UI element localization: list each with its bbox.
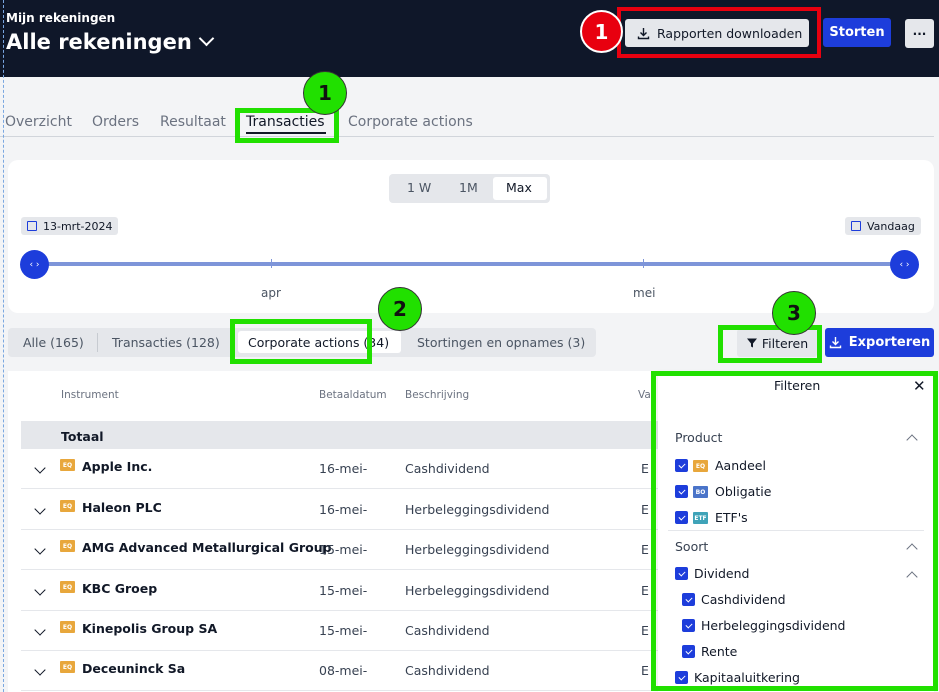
- annotation-highlight-corporate-actions: [230, 319, 372, 364]
- period-1m[interactable]: 1M: [459, 180, 478, 195]
- annotation-number-1-green: 1: [303, 71, 347, 115]
- more-options-button[interactable]: ···: [905, 19, 934, 48]
- filter-tab-alle[interactable]: Alle (165): [23, 335, 84, 350]
- equity-badge-icon: EQ: [60, 661, 75, 673]
- tab-resultaat[interactable]: Resultaat: [160, 114, 226, 130]
- row-description: Herbeleggingsdividend: [405, 542, 550, 557]
- row-date: 15-mei-: [319, 583, 368, 598]
- filter-tab-transacties[interactable]: Transacties (128): [112, 335, 220, 350]
- equity-badge-icon: EQ: [60, 581, 75, 593]
- table-row[interactable]: EQ AMG Advanced Metallurgical Group 15-m…: [21, 530, 658, 570]
- slider-tick-apr: [271, 259, 272, 268]
- row-instrument: Apple Inc.: [82, 459, 153, 474]
- start-date-label: 13-mrt-2024: [43, 219, 113, 233]
- table-row[interactable]: EQ KBC Groep 15-mei- Herbeleggingsdivide…: [21, 571, 658, 611]
- calendar-icon: [27, 221, 37, 231]
- tab-corporate-actions[interactable]: Corporate actions: [348, 114, 473, 130]
- column-header-instrument[interactable]: Instrument: [61, 389, 119, 401]
- slider-tick-mei: [643, 259, 644, 268]
- export-button-label: Exporteren: [848, 335, 931, 350]
- calendar-icon: [851, 221, 861, 231]
- slider-handle-end[interactable]: ‹ ›: [890, 250, 919, 279]
- row-date: 16-mei-: [319, 461, 368, 476]
- row-description: Herbeleggingsdividend: [405, 502, 550, 517]
- chevrons-horizontal-icon: ‹ ›: [29, 259, 40, 270]
- chevron-down-icon[interactable]: [34, 664, 46, 676]
- row-description: Cashdividend: [405, 663, 490, 678]
- month-label-apr: apr: [261, 286, 281, 300]
- equity-badge-icon: EQ: [60, 459, 75, 471]
- annotation-number-3-green: 3: [772, 291, 816, 335]
- chevron-down-icon[interactable]: [34, 584, 46, 596]
- download-icon: [829, 337, 841, 349]
- row-instrument: AMG Advanced Metallurgical Group: [82, 540, 332, 555]
- row-currency: E: [641, 542, 649, 557]
- row-instrument: Haleon PLC: [82, 500, 162, 515]
- chevron-down-icon[interactable]: [34, 624, 46, 636]
- column-header-valuta[interactable]: Va: [638, 389, 651, 401]
- start-date-chip[interactable]: 13-mrt-2024: [21, 217, 119, 235]
- row-date: 08-mei-: [319, 663, 368, 678]
- export-button[interactable]: Exporteren: [825, 328, 934, 357]
- row-currency: E: [641, 583, 649, 598]
- row-currency: E: [641, 663, 649, 678]
- period-1w[interactable]: 1 W: [407, 180, 431, 195]
- month-label-mei: mei: [633, 286, 656, 300]
- equity-badge-icon: EQ: [60, 500, 75, 512]
- chevron-down-icon[interactable]: [34, 462, 46, 474]
- row-currency: E: [641, 461, 649, 476]
- chevrons-horizontal-icon: ‹ ›: [899, 259, 910, 270]
- tab-orders[interactable]: Orders: [92, 114, 139, 130]
- row-instrument: Kinepolis Group SA: [82, 621, 218, 636]
- annotation-highlight-download: [617, 7, 821, 58]
- header-subtitle: Mijn rekeningen: [6, 11, 116, 25]
- page-title: Alle rekeningen: [6, 30, 192, 54]
- date-range-slider-track[interactable]: [34, 262, 905, 266]
- end-date-label: Vandaag: [867, 219, 915, 233]
- chevron-down-icon[interactable]: [34, 503, 46, 515]
- annotation-number-2-green: 2: [378, 287, 422, 331]
- row-date: 16-mei-: [319, 502, 368, 517]
- annotation-number-1-red: 1: [580, 10, 623, 53]
- slider-handle-start[interactable]: ‹ ›: [20, 250, 49, 279]
- page-edge-guide: [3, 0, 4, 692]
- row-description: Cashdividend: [405, 461, 490, 476]
- row-instrument: Deceuninck Sa: [82, 661, 186, 676]
- equity-badge-icon: EQ: [60, 540, 75, 552]
- deposit-button[interactable]: Storten: [823, 18, 891, 47]
- row-description: Herbeleggingsdividend: [405, 583, 550, 598]
- column-header-betaaldatum[interactable]: Betaaldatum: [319, 389, 387, 401]
- filter-tab-stortingen[interactable]: Stortingen en opnames (3): [417, 335, 585, 350]
- chevron-down-icon[interactable]: [34, 543, 46, 555]
- table-row[interactable]: EQ Haleon PLC 16-mei- Herbeleggingsdivid…: [21, 490, 658, 530]
- table-total-row: [21, 421, 658, 449]
- annotation-highlight-filter-panel: [651, 371, 938, 691]
- row-description: Cashdividend: [405, 623, 490, 638]
- table-total-label: Totaal: [61, 429, 104, 444]
- account-selector[interactable]: Alle rekeningen: [6, 30, 215, 54]
- column-header-beschrijving[interactable]: Beschrijving: [405, 389, 469, 401]
- row-date: 15-mei-: [319, 623, 368, 638]
- table-row[interactable]: EQ Apple Inc. 16-mei- Cashdividend E: [21, 449, 658, 489]
- chevron-down-icon: [198, 30, 215, 47]
- row-currency: E: [641, 623, 649, 638]
- equity-badge-icon: EQ: [60, 621, 75, 633]
- divider: [97, 333, 98, 352]
- main-tabs: Overzicht Orders Resultaat Transacties C…: [0, 110, 934, 137]
- table-row[interactable]: EQ Kinepolis Group SA 15-mei- Cashdivide…: [21, 611, 658, 651]
- table-row[interactable]: EQ Deceuninck Sa 08-mei- Cashdividend E: [21, 651, 658, 691]
- row-instrument: KBC Groep: [82, 581, 158, 596]
- tab-overzicht[interactable]: Overzicht: [5, 114, 72, 130]
- row-currency: E: [641, 502, 649, 517]
- end-date-chip[interactable]: Vandaag: [845, 217, 921, 235]
- row-date: 15-mei-: [319, 542, 368, 557]
- period-max[interactable]: Max: [506, 180, 532, 195]
